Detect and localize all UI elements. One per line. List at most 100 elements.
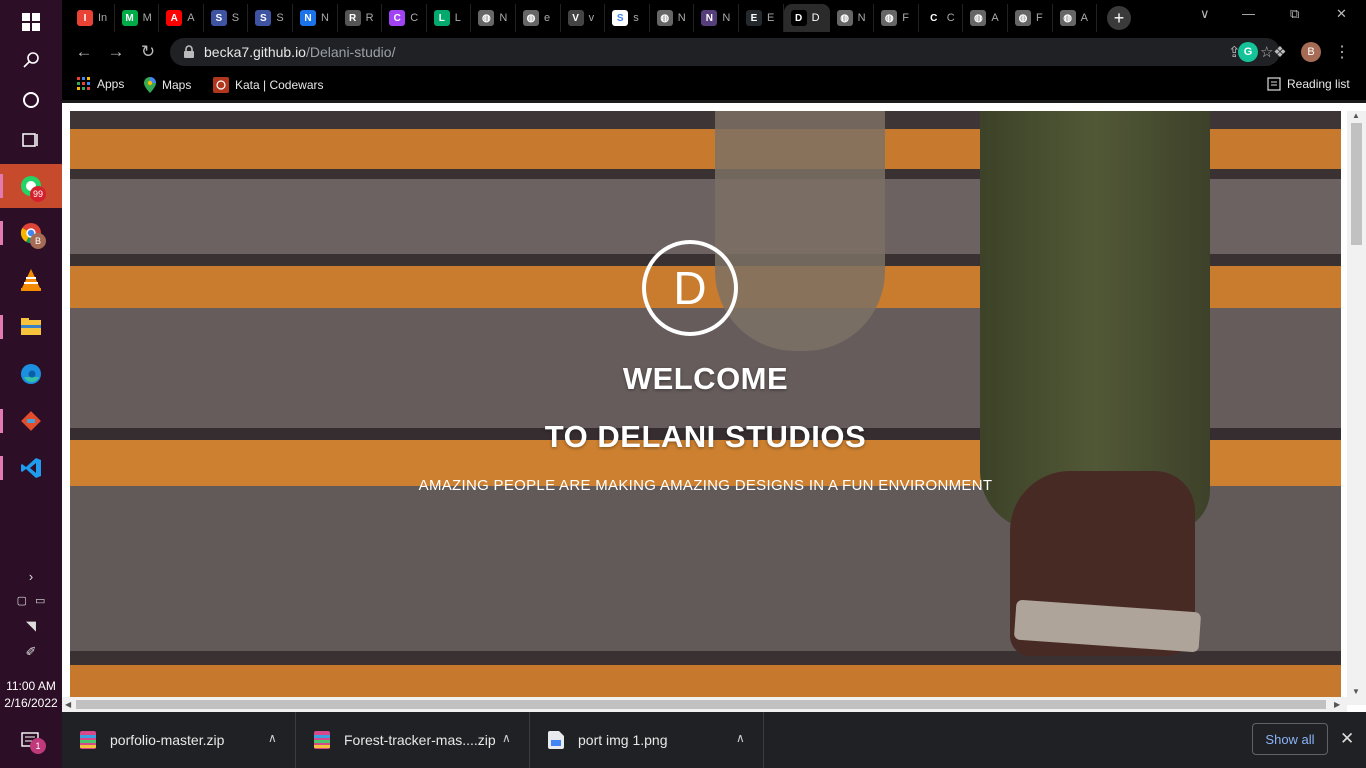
close-download-shelf-button[interactable]: ✕ [1340,729,1354,749]
bootstrap-icon: N [701,10,718,26]
scroll-left-arrow-icon[interactable]: ◀ [65,700,71,709]
restore-icon: ⧉ [1290,6,1300,21]
tab-google[interactable]: Ss [605,4,650,32]
chevron-up-icon[interactable]: ∧ [736,731,745,745]
tab-w3[interactable]: LL [427,4,472,32]
tab-globe[interactable]: ◍ N [471,4,516,32]
task-view-button[interactable] [0,118,62,162]
chevron-up-icon[interactable]: ∧ [268,731,277,745]
tab-title: N [677,12,686,24]
vertical-scroll-thumb[interactable] [1351,123,1362,245]
tab-globe[interactable]: ◍ N [650,4,695,32]
address-bar[interactable]: becka7.github.io/Delani-studio/ ⇪ ☆ [170,38,1280,66]
frontend-mentor-icon: S [255,10,272,26]
back-button[interactable]: ← [71,40,97,64]
pen-icon: ✐ [25,644,37,659]
git-icon [21,411,41,431]
wifi-button[interactable]: ◥ [0,614,62,638]
tab-title: S [231,12,240,24]
tab-globe[interactable]: ◍ N [830,4,875,32]
globe-icon: ◍ [1059,10,1076,26]
react-icon: R [344,10,361,26]
reload-button[interactable]: ↻ [135,40,161,64]
tab-title: F [1036,12,1043,24]
download-item[interactable]: Forest-tracker-mas....zip ∧ [296,712,530,768]
tab-globe[interactable]: ◍ F [874,4,919,32]
close-window-button[interactable]: ✕ [1336,6,1347,22]
tray-devices[interactable]: ▢ ▭ [0,588,62,612]
git-taskbar-item[interactable] [0,399,62,443]
tab-bootstrap[interactable]: NN [694,4,739,32]
scroll-down-arrow-icon[interactable]: ▼ [1352,687,1360,696]
download-item[interactable]: port img 1.png ∧ [530,712,764,768]
bookmark-label: Apps [97,77,125,91]
forward-button[interactable]: → [103,40,129,64]
profile-avatar[interactable]: B [1301,42,1321,62]
tab-frontend-mentor[interactable]: SS [204,4,249,32]
tab-search-button[interactable]: ∨ [1200,6,1210,22]
scroll-right-arrow-icon[interactable]: ▶ [1334,700,1340,709]
vscode-taskbar-item[interactable] [0,446,62,490]
tab-a[interactable]: CC [919,4,964,32]
menu-button[interactable]: ⋮ [1332,42,1352,62]
windows-taskbar: 99 B › ▢ ▭ ◥ ✐ 11:00 AM 2/16/2022 1 [0,0,62,768]
tab-youtube[interactable]: AA [159,4,204,32]
chevron-up-icon[interactable]: ∧ [502,731,511,745]
bookmark-label: Maps [162,78,192,92]
whatsapp-taskbar-item[interactable]: 99 [0,164,62,208]
cortana-button[interactable] [0,78,62,122]
extensions-button[interactable]: ❖ [1270,42,1290,62]
tab-gmail[interactable]: I In [70,4,115,32]
show-hidden-icons-button[interactable]: › [0,564,62,588]
tab-react[interactable]: RR [338,4,383,32]
vlc-taskbar-item[interactable] [0,258,62,302]
tab-colorful[interactable]: CC [382,4,427,32]
scroll-up-arrow-icon[interactable]: ▲ [1352,111,1360,120]
tab-title: D [811,12,820,24]
tab-title: In [98,12,108,24]
minimize-icon: — [1242,6,1255,21]
tab-frontend-mentor[interactable]: SS [248,4,293,32]
horizontal-scrollbar[interactable]: ◀ ▶ [62,697,1347,712]
show-all-downloads-button[interactable]: Show all [1252,723,1328,755]
chrome-taskbar-item[interactable]: B [0,211,62,255]
search-icon [23,52,39,68]
reading-list-button[interactable]: Reading list [1267,77,1350,91]
tab-bookmark[interactable]: NN [293,4,338,32]
tab-github[interactable]: EE [739,4,784,32]
bookmark-maps[interactable]: Maps [144,77,191,93]
horizontal-scroll-thumb[interactable] [76,700,1326,709]
hero-title-studio: TO DELANI STUDIOS [544,419,867,454]
apps-icon [77,77,90,90]
search-button[interactable] [0,38,62,82]
grammarly-extension-button[interactable]: G [1238,42,1258,62]
file-explorer-taskbar-item[interactable] [0,305,62,349]
vertical-scrollbar[interactable]: ▲ ▼ [1347,111,1366,705]
tab-globe[interactable]: ◍ F [1008,4,1053,32]
a-icon: C [925,10,942,26]
tab-openai[interactable]: Vv [561,4,606,32]
tab-globe[interactable]: ◍ e [516,4,561,32]
active-indicator [0,174,3,198]
restore-button[interactable]: ⧉ [1290,6,1299,22]
bookmarks-bar: Apps Maps Kata | Codewars Reading list [62,70,1366,100]
clock-time: 11:00 AM [6,679,56,693]
new-tab-button[interactable]: + [1107,6,1131,30]
globe-icon: ◍ [881,10,898,26]
action-center-button[interactable]: 1 [0,726,62,756]
system-clock[interactable]: 11:00 AM 2/16/2022 [0,678,62,712]
tab-globe[interactable]: ◍ A [963,4,1008,32]
tab-meet[interactable]: MM [115,4,160,32]
download-item[interactable]: porfolio-master.zip ∧ [62,712,296,768]
bookmark-apps[interactable]: Apps [77,77,124,91]
avatar-letter: B [1307,46,1315,58]
bookmark-codewars[interactable]: Kata | Codewars [213,77,324,93]
tab-globe[interactable]: ◍ A [1053,4,1098,32]
pen-button[interactable]: ✐ [0,640,62,664]
edge-taskbar-item[interactable] [0,352,62,396]
tab-d[interactable]: DD✕ [783,4,830,32]
globe-icon: ◍ [836,10,853,26]
minimize-button[interactable]: — [1242,6,1255,21]
meet-icon: M [121,10,138,26]
zip-archive-icon [314,731,330,749]
